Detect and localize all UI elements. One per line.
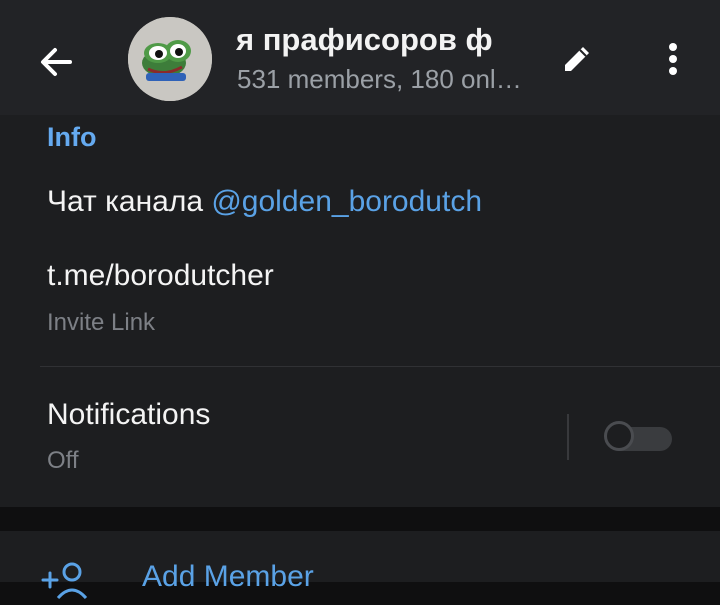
- invite-link-value[interactable]: t.me/borodutcher: [47, 259, 274, 293]
- members-section: [0, 531, 720, 582]
- channel-chat-label: Чат канала: [47, 185, 212, 218]
- back-button[interactable]: [26, 32, 86, 92]
- channel-chat-row: Чат канала @golden_borodutch: [47, 185, 482, 219]
- more-vertical-icon: [669, 43, 677, 75]
- invite-link-caption: Invite Link: [47, 309, 156, 336]
- add-member-label[interactable]: Add Member: [142, 560, 314, 594]
- frog-avatar-image: [128, 17, 212, 101]
- vertical-separator: [567, 414, 569, 460]
- add-person-icon: [41, 562, 88, 600]
- notifications-label[interactable]: Notifications: [47, 398, 210, 432]
- member-count: 531 members, 180 online: [237, 64, 527, 94]
- notifications-toggle[interactable]: [604, 421, 672, 455]
- group-avatar[interactable]: [128, 17, 212, 101]
- notifications-status: Off: [47, 447, 79, 474]
- arrow-back-icon: [41, 48, 72, 76]
- pencil-icon: [565, 47, 589, 71]
- add-member-button[interactable]: [40, 560, 90, 600]
- channel-mention-link[interactable]: @golden_borodutch: [211, 185, 482, 218]
- info-section-title: Info: [47, 122, 97, 152]
- more-options-button[interactable]: [648, 34, 698, 84]
- divider: [40, 366, 720, 367]
- toggle-knob: [604, 421, 634, 451]
- edit-button[interactable]: [552, 34, 602, 84]
- chat-title: я прафисоров ф: [236, 22, 493, 57]
